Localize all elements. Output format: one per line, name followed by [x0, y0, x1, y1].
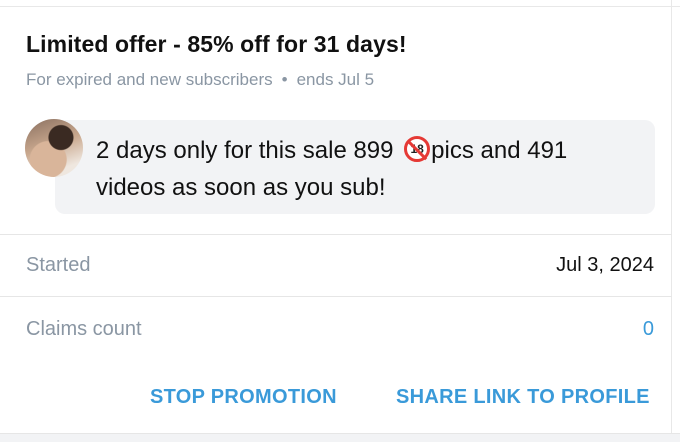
message-text-before: 2 days only for this sale 899 — [96, 137, 401, 164]
avatar[interactable] — [25, 119, 83, 177]
divider — [0, 234, 672, 235]
offer-ends: ends Jul 5 — [296, 70, 375, 89]
message-text: 2 days only for this sale 899 18 pics and… — [96, 132, 636, 206]
right-divider — [671, 0, 672, 442]
bottom-divider — [0, 433, 680, 442]
offer-subtitle: For expired and new subscribers • ends Jul… — [26, 70, 374, 90]
divider — [0, 296, 672, 297]
claims-label: Claims count — [26, 318, 142, 340]
offer-audience: For expired and new subscribers — [26, 70, 273, 89]
claims-count-link[interactable]: 0 — [643, 318, 654, 341]
separator-dot: • — [281, 70, 288, 89]
stop-promotion-button[interactable]: STOP PROMOTION — [150, 386, 337, 409]
offer-title: Limited offer - 85% off for 31 days! — [26, 31, 407, 57]
no-under-18-icon: 18 — [404, 136, 431, 162]
top-divider — [0, 0, 680, 7]
share-link-button[interactable]: SHARE LINK TO PROFILE — [396, 386, 650, 409]
started-label: Started — [26, 254, 91, 276]
started-value: Jul 3, 2024 — [556, 254, 654, 276]
